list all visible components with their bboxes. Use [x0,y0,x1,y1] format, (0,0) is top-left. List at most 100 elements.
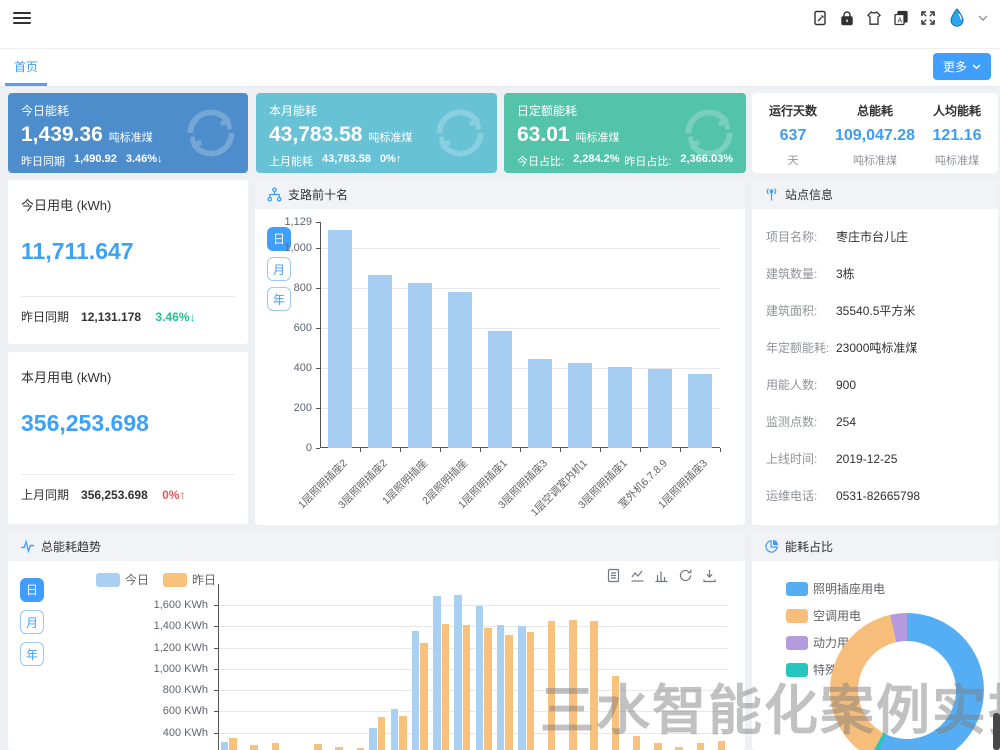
legend-label: 空调用电 [813,607,861,624]
energy-share-donut [830,613,984,750]
site-row-value: 35540.5平方米 [836,304,915,318]
data-view-icon[interactable] [606,568,621,583]
lock-icon[interactable] [839,10,855,26]
site-row-value: 0531-82665798 [836,489,920,503]
usage-value: 356,253.698 [21,410,248,437]
stat-unit: 吨标准煤 [834,152,916,168]
site-row-label: 建筑数量: [766,265,836,282]
fullscreen-icon[interactable] [920,10,936,26]
site-row-label: 项目名称: [766,228,836,245]
tab-active-underline [5,83,47,86]
trend-bar-today [391,709,399,750]
x-tick-mark [440,448,441,452]
site-row-label: 用能人数: [766,376,836,393]
y-tick-label: 200 [254,402,312,414]
trend-bar-today [412,631,420,750]
trend-legend-item-0[interactable]: 今日 [96,571,149,588]
panel-header: 支路前十名 [255,180,745,209]
top-navbar: A [0,0,1000,49]
legend-label: 今日 [125,571,149,588]
legend-swatch [163,573,187,587]
site-row-label: 建筑面积: [766,302,836,319]
branch-bar [608,367,632,448]
grid-line [218,648,728,649]
site-row-label: 上线时间: [766,450,836,467]
period-button-month[interactable]: 月 [20,610,44,634]
bar-chart-icon[interactable] [654,568,669,583]
site-info-panel: 站点信息 项目名称:枣庄市台儿庄建筑数量:3栋建筑面积:35540.5平方米年定… [752,180,998,525]
dashboard-root: A 首页 更多 今日能耗 1,439.36吨标准煤 昨日同期1,490.923.… [0,0,1000,750]
download-icon[interactable] [702,568,717,583]
water-drop-logo[interactable] [947,8,967,28]
y-tick-label: 800 [254,282,312,294]
y-tick-label: 400 [254,362,312,374]
trend-bar-yesterday [718,741,726,750]
grid-line [218,669,728,670]
kpi-unit: 吨标准煤 [368,132,412,144]
chevron-down-icon [972,64,981,70]
x-tick-mark [680,448,681,452]
x-tick-mark [400,448,401,452]
legend-swatch [786,636,808,650]
copy-icon[interactable]: A [893,10,909,26]
grid-line [218,690,728,691]
x-tick-mark [360,448,361,452]
usage-subrow: 上月同期356,253.698 0%↑ [21,486,185,503]
kpi-unit: 吨标准煤 [109,132,153,144]
today-electricity-card: 今日用电 (kWh) 11,711.647 昨日同期12,131.178 3.4… [8,180,248,344]
grid-line [218,605,728,606]
site-row-label: 年定额能耗: [766,339,836,356]
site-info-row: 上线时间:2019-12-25 [766,450,897,467]
branch-bar [568,363,592,448]
energy-trend-chart: 1,600 KWh1,400 KWh1,200 KWh1,000 KWh800 … [218,584,728,750]
stat-unit: 吨标准煤 [916,152,998,168]
line-chart-icon[interactable] [630,568,645,583]
trend-bar-yesterday [484,628,492,750]
x-tick-mark [520,448,521,452]
trend-bar-yesterday [442,624,450,750]
kpi-value: 1,439.36 [21,123,103,146]
divider [21,296,235,297]
legend-swatch [96,573,120,587]
vertical-scrollbar-thumb[interactable] [993,713,1000,750]
y-tick-label: 1,400 KWh [150,620,208,632]
pie-legend-item-0[interactable]: 照明插座用电 [786,580,885,597]
usage-subrow: 昨日同期12,131.178 3.46%↓ [21,308,195,325]
branch-bar [488,331,512,448]
site-row-value: 23000吨标准煤 [836,341,917,355]
period-button-day[interactable]: 日 [20,578,44,602]
theme-shirt-icon[interactable] [866,10,882,26]
trend-bar-today [221,742,229,750]
site-info-row: 建筑面积:35540.5平方米 [766,302,915,319]
panel-header: 站点信息 [752,180,998,209]
tool-doc-icon[interactable] [812,10,828,26]
y-tick-label: 0 [254,442,312,454]
stat-label: 运行天数 [752,102,834,119]
month-electricity-card: 本月用电 (kWh) 356,253.698 上月同期356,253.698 0… [8,352,248,524]
trend-legend-item-1[interactable]: 昨日 [163,571,216,588]
site-row-value: 3栋 [836,267,855,281]
site-info-row: 项目名称:枣庄市台儿庄 [766,228,908,245]
trend-bar-yesterday [612,676,620,750]
tab-home[interactable]: 首页 [14,58,38,75]
x-tick-mark [720,448,721,452]
hamburger-icon[interactable] [13,12,31,26]
y-tick-label: 1,000 [254,242,312,254]
x-tick-mark [480,448,481,452]
legend-swatch [786,609,808,623]
more-button[interactable]: 更多 [933,53,991,80]
y-tick-label: 600 [254,322,312,334]
period-button-month[interactable]: 月 [267,257,291,281]
chevron-down-icon[interactable] [978,15,988,22]
refresh-watermark-icon [431,104,489,162]
grid-line [218,626,728,627]
trend-bar-yesterday [420,643,428,750]
trend-bar-yesterday [654,743,662,750]
legend-label: 照明插座用电 [813,580,885,597]
y-tick-label: 800 KWh [150,684,208,696]
svg-text:A: A [898,18,903,25]
refresh-icon[interactable] [678,568,693,583]
period-button-year[interactable]: 年 [20,642,44,666]
kpi-card-month-energy: 本月能耗 43,783.58吨标准煤 上月能耗43,783.580%↑ [256,93,497,173]
trend-bar-yesterday [633,736,641,750]
